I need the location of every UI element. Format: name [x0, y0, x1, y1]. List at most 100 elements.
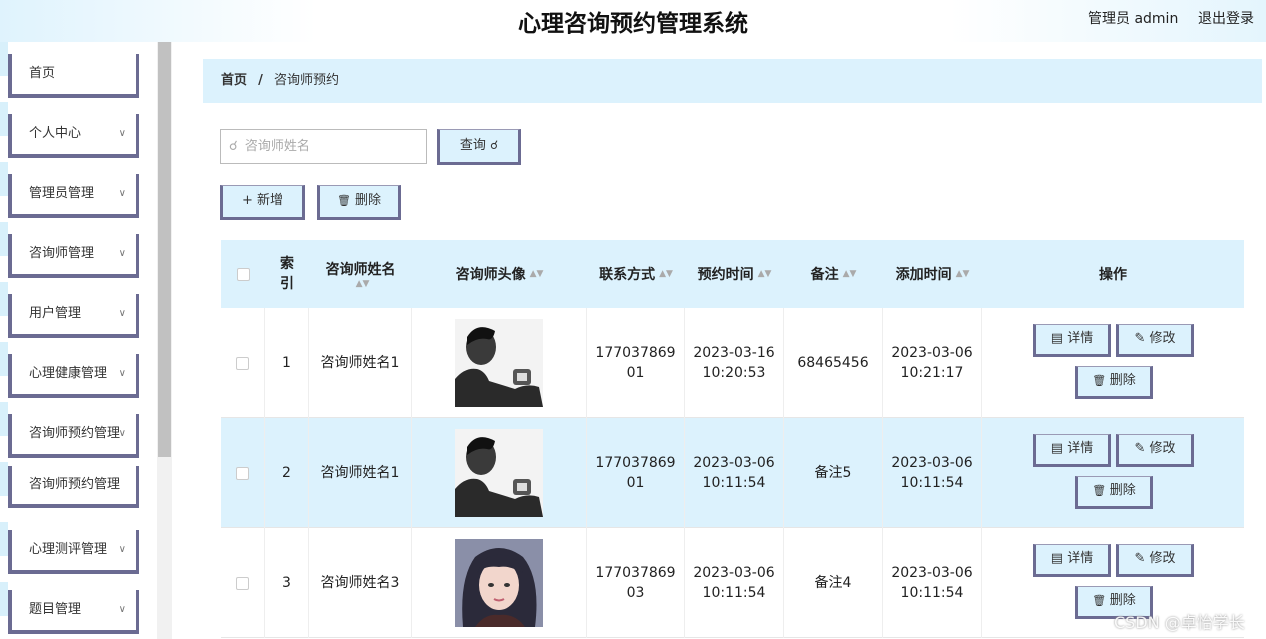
header-index-label: 引 [280, 276, 294, 292]
sidebar-item-booking-management[interactable]: 咨询师预约管理 ∨ [8, 414, 139, 458]
name-cell: 咨询师姓名1 [309, 418, 412, 528]
sidebar-item-label: 咨询师管理 [29, 246, 95, 261]
edit-label: 修改 [1149, 331, 1176, 346]
breadcrumb-home[interactable]: 首页 [221, 73, 247, 88]
detail-button[interactable]: ▤ 详情 [1033, 434, 1111, 467]
table-row: 1 咨询师姓名1 177037869 01 2023-03-16 10:20:5… [221, 308, 1244, 418]
row-checkbox[interactable] [236, 576, 249, 590]
header-added-time-label: 添加时间 [895, 267, 952, 283]
sidebar-item-label: 心理测评管理 [29, 542, 108, 557]
booking-clock-text: 10:20:53 [702, 365, 766, 381]
detail-label: 详情 [1067, 331, 1094, 346]
current-user-label: 管理员 admin [1088, 11, 1179, 27]
pencil-icon: ✎ [1134, 331, 1150, 346]
detail-label: 详情 [1067, 551, 1094, 566]
sort-icon: ▲▼ [757, 269, 772, 279]
contact-cell: 177037869 01 [587, 308, 685, 418]
sidebar-item-label: 题目管理 [29, 602, 82, 617]
top-bar: 心理咨询预约管理系统 管理员 admin 退出登录 [0, 0, 1266, 42]
detail-button[interactable]: ▤ 详情 [1033, 544, 1111, 577]
index-cell: 1 [265, 308, 309, 418]
chevron-down-icon: ∨ [118, 428, 126, 439]
header-actions: 操作 [982, 240, 1244, 308]
counselor-avatar-image[interactable] [455, 539, 543, 627]
edit-button[interactable]: ✎ 修改 [1116, 544, 1194, 577]
delete-button[interactable]: 🗑 删除 [1075, 366, 1153, 399]
header-avatar[interactable]: 咨询师头像 ▲▼ [412, 240, 587, 308]
logout-link[interactable]: 退出登录 [1198, 8, 1254, 28]
added-date-text: 2023-03-06 [891, 455, 973, 471]
sidebar-item-user-management[interactable]: 用户管理 ∨ [8, 294, 139, 338]
row-select-cell [221, 528, 265, 638]
sidebar-item-profile[interactable]: 个人中心 ∨ [8, 114, 139, 158]
chevron-down-icon: ∨ [118, 368, 126, 379]
header-index: 索 引 [265, 240, 309, 308]
counselor-avatar-image[interactable] [455, 319, 543, 407]
sidebar-stripe [0, 42, 8, 639]
watermark: CSDN @卓怡学长 [1114, 613, 1245, 632]
sidebar-item-mental-health[interactable]: 心理健康管理 ∨ [8, 354, 139, 398]
search-icon: ☌ [490, 138, 499, 152]
delete-label: 删除 [1109, 373, 1136, 388]
sidebar-item-label: 首页 [29, 66, 56, 81]
trash-icon: 🗑 [1092, 374, 1110, 387]
delete-button[interactable]: 🗑 删除 [1075, 476, 1153, 509]
edit-button[interactable]: ✎ 修改 [1116, 324, 1194, 357]
added-date-text: 2023-03-06 [891, 565, 973, 581]
header-contact[interactable]: 联系方式 ▲▼ [587, 240, 685, 308]
booking-date-text: 2023-03-06 [693, 565, 775, 581]
header-booking-time-label: 预约时间 [697, 267, 754, 283]
edit-button[interactable]: ✎ 修改 [1116, 434, 1194, 467]
sidebar-scrollbar-thumb[interactable] [158, 42, 171, 457]
contact-text: 177037869 [595, 565, 676, 581]
added-time-cell: 2023-03-06 10:21:17 [883, 308, 982, 418]
trash-icon: 🗑 [1092, 594, 1110, 607]
header-remark[interactable]: 备注 ▲▼ [784, 240, 883, 308]
counselor-avatar-image[interactable] [455, 429, 543, 517]
row-select-cell [221, 418, 265, 528]
sidebar-subitem-booking-management[interactable]: 咨询师预约管理 [8, 466, 139, 508]
query-button[interactable]: 查询 ☌ [437, 129, 521, 165]
add-button-label: 新增 [257, 193, 284, 208]
batch-delete-button[interactable]: 🗑 删除 [317, 185, 401, 220]
booking-clock-text: 10:11:54 [702, 475, 766, 491]
delete-label: 删除 [1109, 483, 1136, 498]
chevron-down-icon: ∨ [118, 128, 126, 139]
row-checkbox[interactable] [236, 466, 249, 480]
contact-text: 01 [626, 365, 645, 381]
sort-icon: ▲▼ [529, 269, 544, 279]
pencil-icon: ✎ [1134, 441, 1150, 456]
header-booking-time[interactable]: 预约时间 ▲▼ [685, 240, 784, 308]
sidebar: 首页 个人中心 ∨ 管理员管理 ∨ 咨询师管理 ∨ 用户管理 ∨ 心理健康管理 … [0, 42, 172, 639]
app-title: 心理咨询预约管理系统 [518, 11, 748, 37]
actions-cell: ▤ 详情 ✎ 修改 🗑 删除 [982, 308, 1244, 418]
sidebar-item-admin-management[interactable]: 管理员管理 ∨ [8, 174, 139, 218]
trash-icon: 🗑 [1092, 484, 1110, 497]
plus-icon: + [241, 193, 253, 208]
chevron-down-icon: ∨ [118, 544, 126, 555]
sidebar-item-home[interactable]: 首页 [8, 54, 139, 98]
sidebar-item-counselor-management[interactable]: 咨询师管理 ∨ [8, 234, 139, 278]
sidebar-item-label: 咨询师预约管理 [29, 426, 121, 441]
query-button-label: 查询 [459, 138, 486, 153]
sidebar-item-questions[interactable]: 题目管理 ∨ [8, 590, 139, 634]
booking-time-cell: 2023-03-06 10:11:54 [685, 418, 784, 528]
search-placeholder: 咨询师姓名 [244, 139, 310, 154]
sidebar-item-assessment[interactable]: 心理测评管理 ∨ [8, 530, 139, 574]
booking-clock-text: 10:11:54 [702, 585, 766, 601]
sort-icon: ▲▼ [659, 269, 673, 279]
search-icon: ☌ [229, 139, 238, 154]
avatar-cell [412, 528, 587, 638]
sort-icon: ▲▼ [955, 269, 970, 279]
added-date-text: 2023-03-06 [891, 345, 973, 361]
header-avatar-label: 咨询师头像 [455, 267, 526, 283]
search-input[interactable]: ☌ 咨询师姓名 [220, 129, 427, 164]
table-row: 3 咨询师姓名3 177037869 03 2023-03-06 10:11:5… [221, 528, 1244, 638]
select-all-checkbox[interactable] [236, 267, 250, 281]
add-button[interactable]: + 新增 [220, 185, 305, 220]
header-name[interactable]: 咨询师姓名 ▲▼ [309, 240, 412, 308]
detail-button[interactable]: ▤ 详情 [1033, 324, 1111, 357]
header-added-time[interactable]: 添加时间 ▲▼ [883, 240, 982, 308]
booking-date-text: 2023-03-16 [693, 345, 775, 361]
row-checkbox[interactable] [236, 356, 249, 370]
